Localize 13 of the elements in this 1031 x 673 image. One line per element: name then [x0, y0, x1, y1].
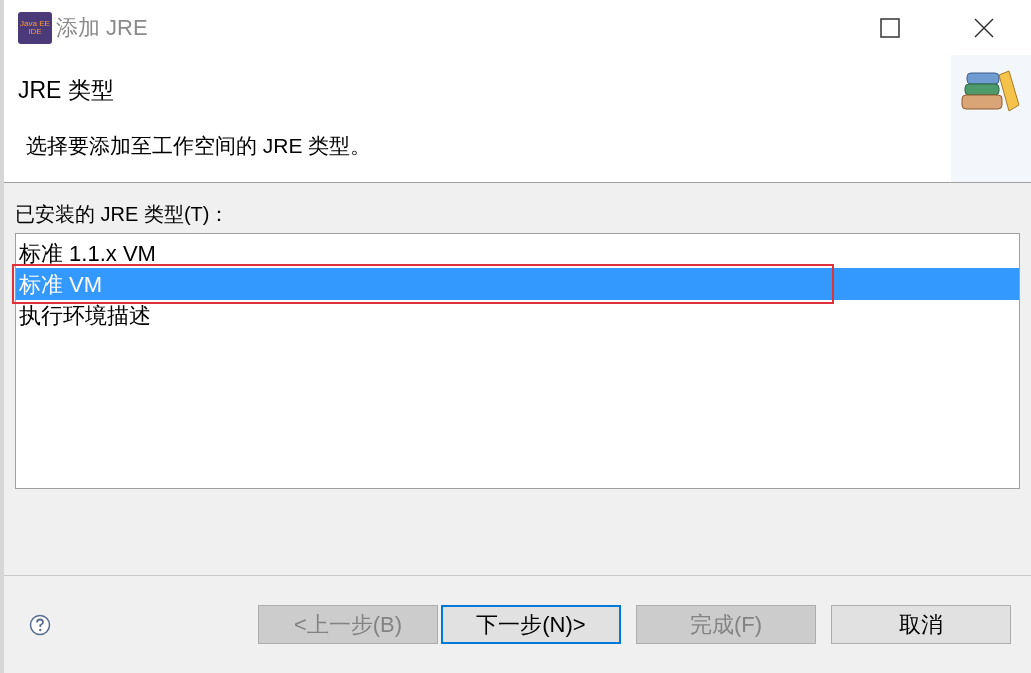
close-icon — [974, 17, 994, 38]
help-icon[interactable] — [29, 613, 51, 636]
list-item[interactable]: 标准 1.1.x VM — [16, 238, 1019, 268]
list-label: 已安装的 JRE 类型(T)： — [15, 202, 231, 227]
page-description: 选择要添加至工作空间的 JRE 类型。 — [26, 132, 373, 159]
jre-type-list[interactable]: 标准 1.1.x VM 标准 VM 执行环境描述 — [15, 233, 1020, 489]
app-icon: Java EE IDE — [18, 11, 52, 44]
dialog-button[interactable]: 下一步(N)> — [441, 605, 621, 644]
window-title: 添加 JRE — [56, 14, 148, 42]
maximize-icon — [880, 17, 900, 38]
page-title: JRE 类型 — [18, 76, 115, 105]
dialog-button[interactable]: 取消 — [831, 605, 1011, 644]
list-item[interactable]: 执行环境描述 — [16, 300, 1019, 330]
